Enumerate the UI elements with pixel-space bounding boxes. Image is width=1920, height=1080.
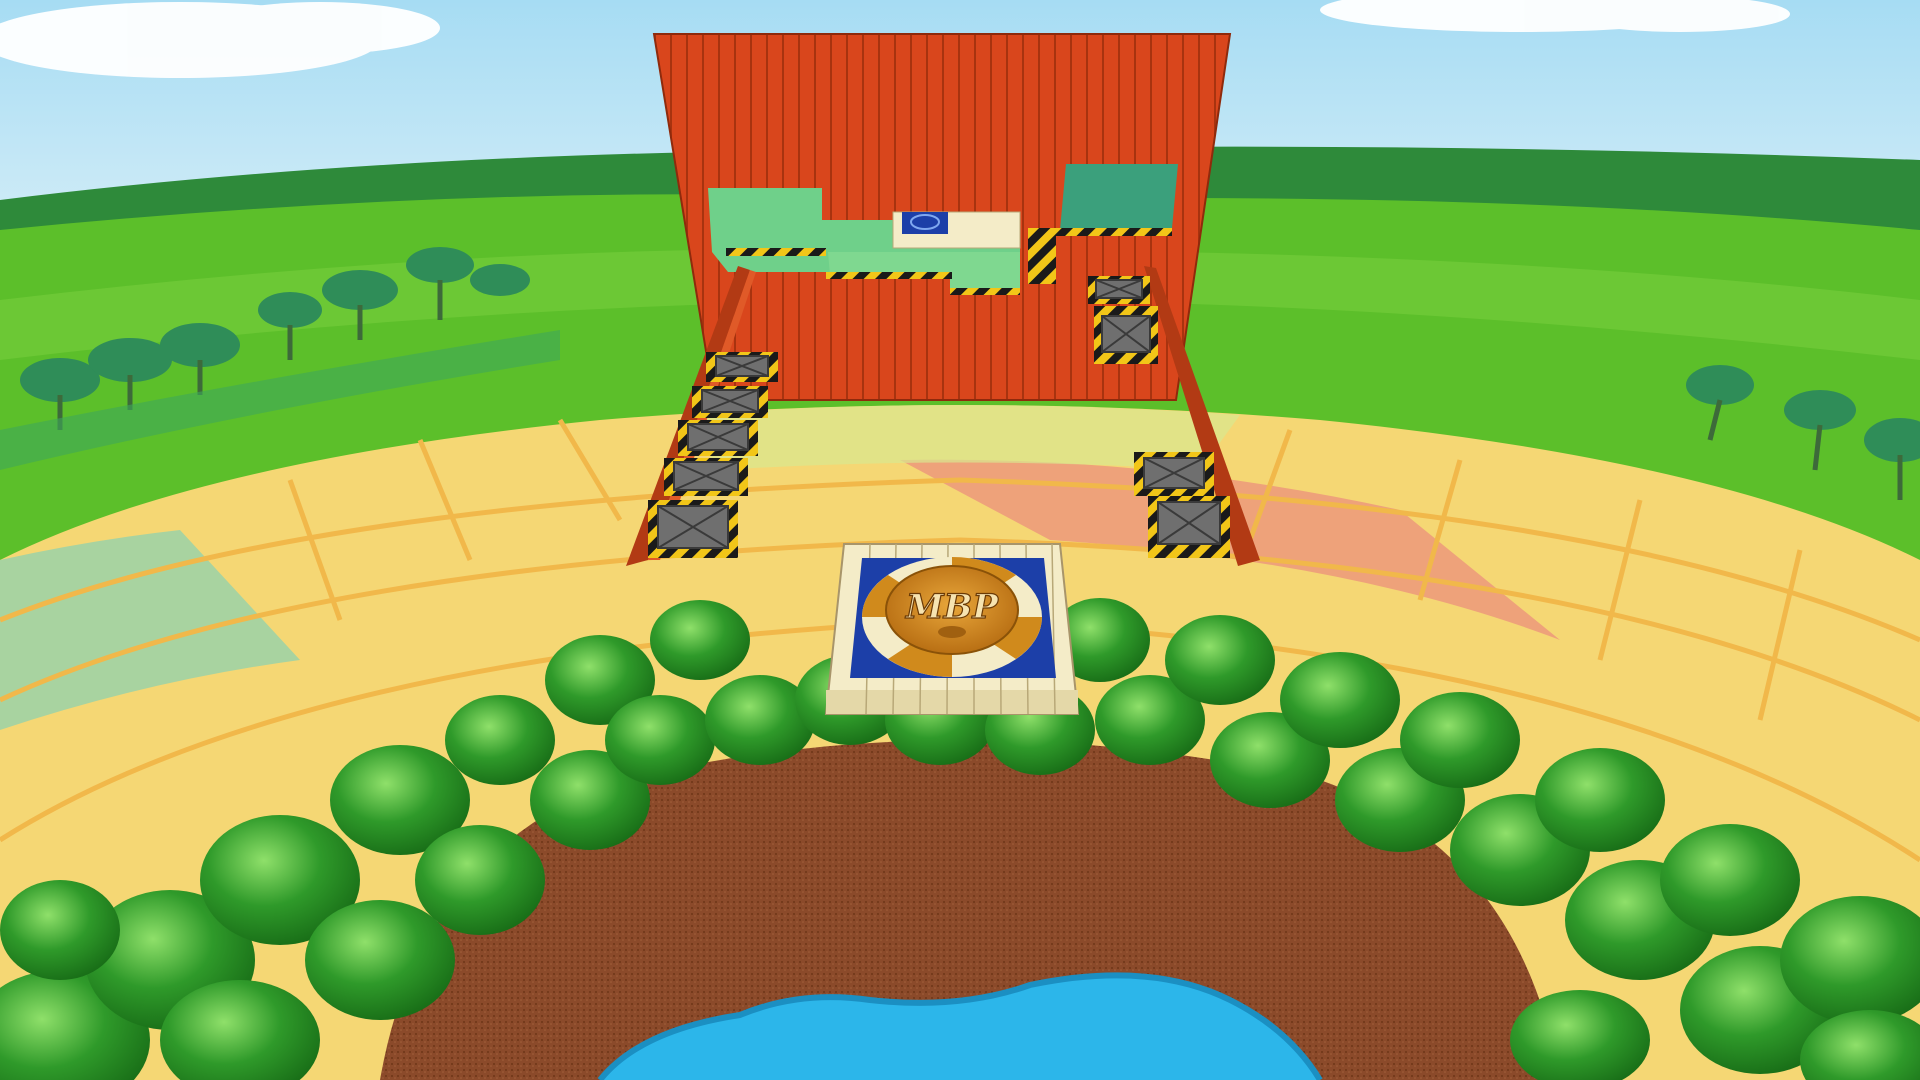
- crate: [1094, 306, 1158, 364]
- finish-pad: [892, 211, 1021, 249]
- crate: [706, 352, 778, 382]
- game-scene: MBP: [0, 0, 1920, 1080]
- crate-stack-upper-right: [1088, 276, 1158, 364]
- crate: [1088, 276, 1150, 304]
- crate: [1134, 452, 1214, 496]
- crate: [1148, 496, 1230, 558]
- wall-opening-right: [1060, 164, 1178, 230]
- crate: [648, 500, 738, 558]
- crate: [692, 386, 768, 418]
- start-pad-coin: MBP: [862, 557, 1042, 677]
- crate: [664, 458, 748, 496]
- start-pad-logo: MBP: [905, 587, 999, 627]
- start-pad: MBP: [824, 543, 1080, 715]
- crate: [678, 420, 758, 456]
